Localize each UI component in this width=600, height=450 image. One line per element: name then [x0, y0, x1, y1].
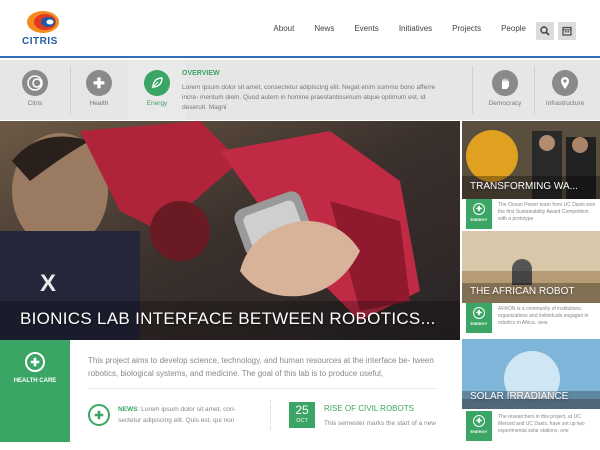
topic-energy[interactable]: Energy: [128, 60, 186, 120]
nav-people[interactable]: People: [501, 24, 526, 33]
active-topic-pointer: [150, 112, 166, 120]
topic-label: Infrastructure: [545, 100, 585, 107]
svg-text:X: X: [40, 270, 56, 297]
citris-logo-icon: [27, 11, 59, 33]
nav-initiatives[interactable]: Initiatives: [399, 24, 432, 33]
nav-events[interactable]: Events: [354, 24, 378, 33]
side-card[interactable]: SOLAR IRRADIANCE ✚ ENERGY The researcher…: [462, 339, 600, 450]
logo-text: CITRIS: [22, 36, 58, 47]
topic-citris[interactable]: Citris: [6, 60, 64, 120]
search-button[interactable]: [536, 22, 554, 40]
topic-health[interactable]: ✚ Health: [70, 60, 128, 120]
calendar-button[interactable]: [558, 22, 576, 40]
featured-sidebar: TRANSFORMING WA... ✚ ENERGY The Ocean Po…: [462, 121, 600, 450]
card-photo: [462, 339, 600, 419]
project-summary: ✚ HEALTH CARE This project aims to devel…: [0, 340, 460, 450]
hand-icon: [492, 70, 518, 96]
topic-label: Energy: [146, 100, 168, 107]
nav-about[interactable]: About: [273, 24, 294, 33]
event-month: OCT: [296, 418, 308, 424]
health-plus-icon: ✚: [88, 404, 110, 426]
location-pin-icon: [552, 70, 578, 96]
nav-projects[interactable]: Projects: [452, 24, 481, 33]
card-title: TRANSFORMING WA...: [470, 181, 578, 192]
side-card[interactable]: TRANSFORMING WA... ✚ ENERGY The Ocean Po…: [462, 121, 600, 231]
section-divider: [88, 388, 438, 389]
overview-title: OVERVIEW: [182, 70, 220, 77]
card-text: The researchers in this project, at UC M…: [498, 414, 585, 434]
topic-divider: [472, 66, 473, 114]
hero-photo: X: [0, 121, 460, 340]
search-icon: [540, 26, 550, 36]
health-plus-icon: ✚: [473, 307, 485, 319]
leaf-icon: [144, 70, 170, 96]
topic-strip: Citris ✚ Health Energy OVERVIEW Lorem ip…: [0, 60, 600, 120]
topic-infrastructure[interactable]: Infrastructure: [536, 60, 594, 120]
card-category-badge: ✚ ENERGY: [466, 411, 492, 441]
card-tag: ENERGY: [470, 217, 488, 222]
event-day: 25: [295, 403, 309, 417]
topic-divider: [534, 66, 535, 114]
health-plus-icon: ✚: [473, 203, 485, 215]
health-plus-icon: ✚: [473, 415, 485, 427]
health-plus-icon: ✚: [86, 70, 112, 96]
nav-news[interactable]: News: [314, 24, 334, 33]
topic-label: Citris: [27, 100, 43, 107]
event-date-badge: 25 OCT: [289, 402, 315, 428]
project-description: This project aims to develop science, te…: [88, 356, 434, 378]
site-header: CITRIS About News Events Initiatives Pro…: [0, 0, 600, 58]
topic-label: Health: [89, 100, 109, 107]
category-tile[interactable]: ✚ HEALTH CARE: [0, 340, 70, 442]
news-label: NEWS: [118, 406, 138, 413]
dotted-divider: [270, 400, 271, 430]
event-text: This semester marks the start of a new: [324, 420, 436, 427]
overview-panel: OVERVIEW Lorem ipsum dolor sit amet, con…: [182, 70, 452, 113]
hero-title[interactable]: BIONICS LAB INTERFACE BETWEEN ROBOTICS..…: [20, 309, 436, 329]
side-card[interactable]: THE AFRICAN ROBOT ✚ ENERGY AFRON is a co…: [462, 231, 600, 339]
card-text: AFRON is a community of institutions, or…: [498, 306, 589, 326]
news-item[interactable]: NEWS: Lorem ipsum dolor sit amet, con- s…: [118, 404, 248, 426]
card-tag: ENERGY: [470, 429, 488, 434]
citris-logo-icon: [22, 70, 48, 96]
event-title[interactable]: RISE OF CIVIL ROBOTS: [324, 404, 414, 413]
main-nav: About News Events Initiatives Projects P…: [273, 24, 526, 33]
card-tag: ENERGY: [470, 321, 488, 326]
card-title: SOLAR IRRADIANCE: [470, 391, 569, 402]
citris-logo[interactable]: CITRIS: [20, 10, 80, 50]
card-title: THE AFRICAN ROBOT: [470, 286, 575, 297]
category-label: HEALTH CARE: [13, 378, 57, 384]
overview-text: Lorem ipsum dolor sit amet, consectetur …: [182, 84, 436, 111]
calendar-icon: [562, 26, 572, 36]
hero-banner[interactable]: X BIONICS LAB INTERFACE BETWEEN ROBOTICS…: [0, 121, 460, 340]
card-text: The Ocean Power team from UC Davis won t…: [498, 202, 596, 222]
health-plus-icon: ✚: [25, 352, 45, 372]
card-category-badge: ✚ ENERGY: [466, 199, 492, 229]
card-category-badge: ✚ ENERGY: [466, 303, 492, 333]
topic-label: Democracy: [488, 100, 522, 107]
card-photo: [462, 231, 600, 311]
topic-democracy[interactable]: Democracy: [476, 60, 534, 120]
